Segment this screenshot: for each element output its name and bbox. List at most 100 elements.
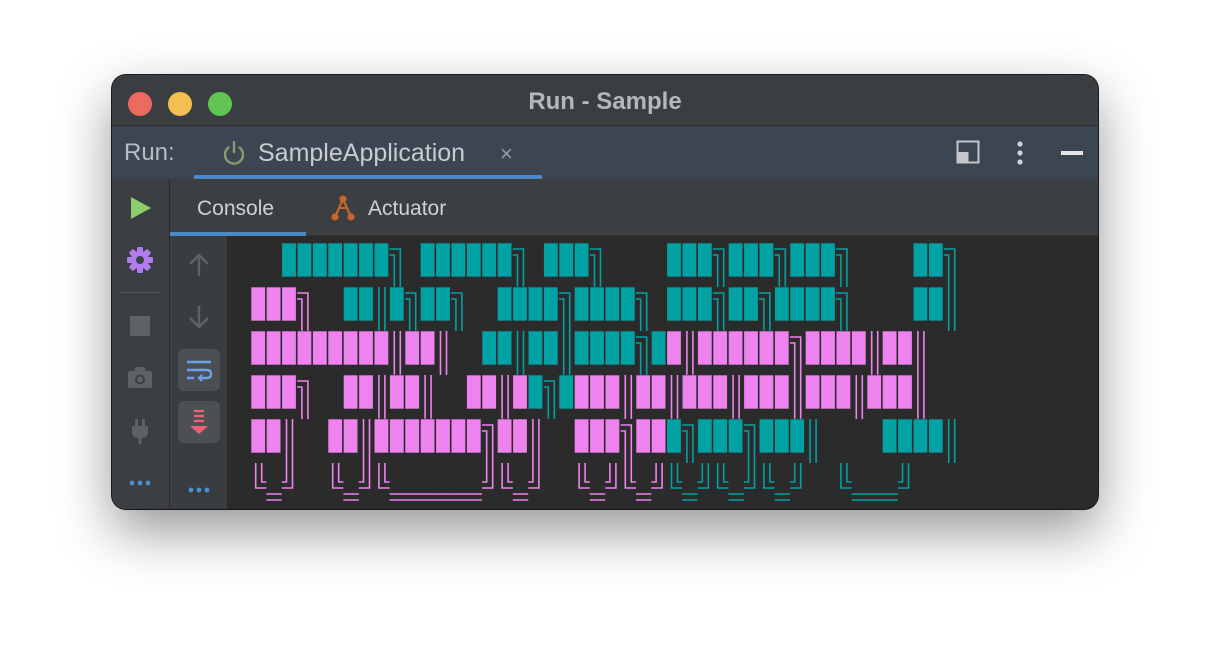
- banner-block: [250, 286, 266, 322]
- plug-icon[interactable]: [126, 417, 154, 445]
- banner-frame-line: [297, 380, 309, 419]
- banner-block: [697, 374, 713, 410]
- banner-block: [574, 286, 590, 322]
- banner-frame-line: [281, 463, 294, 489]
- rerun-icon[interactable]: [126, 194, 154, 222]
- banner-block: [820, 330, 836, 366]
- tab-actuator[interactable]: Actuator: [328, 179, 468, 236]
- layout-icon[interactable]: [956, 140, 980, 164]
- banner-block: [712, 418, 728, 454]
- banner-frame-line: [686, 331, 694, 375]
- banner-frame-line: [466, 493, 482, 501]
- stop-icon[interactable]: [126, 312, 154, 340]
- kebab-menu-icon[interactable]: [1010, 140, 1030, 166]
- banner-block: [589, 286, 605, 322]
- banner-block: [558, 374, 574, 410]
- banner-block: [343, 418, 359, 454]
- banner-block: [435, 286, 451, 322]
- more-icon[interactable]: [126, 475, 154, 491]
- toolbar-separator: [120, 292, 160, 293]
- banner-frame-line: [882, 493, 898, 501]
- settings-icon[interactable]: [126, 246, 154, 274]
- banner-block: [789, 418, 805, 454]
- banner-block: [620, 330, 636, 366]
- banner-block: [281, 374, 297, 410]
- banner-block: [928, 242, 944, 278]
- banner-frame-line: [947, 287, 956, 331]
- banner-block: [789, 242, 805, 278]
- close-tab-icon[interactable]: ×: [500, 141, 513, 167]
- banner-block: [697, 286, 713, 322]
- banner-block: [373, 242, 389, 278]
- banner-frame-line: [562, 331, 571, 375]
- banner-frame-line: [728, 493, 744, 501]
- banner-frame-line: [589, 248, 602, 287]
- down-arrow-icon[interactable]: [178, 296, 220, 338]
- banner-block: [758, 242, 774, 278]
- banner-block: [466, 374, 482, 410]
- banner-block: [681, 286, 697, 322]
- banner-block: [358, 330, 374, 366]
- banner-frame-line: [732, 375, 740, 419]
- banner-block: [343, 286, 359, 322]
- banner-frame-line: [451, 292, 463, 331]
- banner-block: [666, 330, 682, 366]
- banner-block: [712, 374, 728, 410]
- banner-frame-line: [358, 463, 371, 489]
- banner-block: [589, 330, 605, 366]
- banner-block: [620, 286, 636, 322]
- banner-frame-line: [851, 493, 867, 501]
- banner-frame-line: [917, 375, 925, 419]
- banner-frame-line: [867, 493, 883, 501]
- console-subtabs: Console Actuator: [170, 179, 1098, 236]
- banner-block: [743, 330, 759, 366]
- tab-console-label: Console: [197, 197, 275, 220]
- banner-frame-line: [439, 331, 448, 375]
- banner-block: [928, 418, 944, 454]
- console-toolbar: [170, 236, 227, 509]
- banner-block: [250, 418, 266, 454]
- banner-frame-line: [836, 248, 848, 287]
- banner-block: [820, 374, 836, 410]
- up-arrow-icon[interactable]: [178, 244, 220, 286]
- banner-block: [373, 418, 389, 454]
- run-configuration-tab[interactable]: SampleApplication ×: [194, 126, 542, 179]
- more-icon[interactable]: [178, 482, 220, 498]
- banner-block: [697, 330, 713, 366]
- banner-frame-line: [378, 463, 390, 489]
- banner-block: [466, 242, 482, 278]
- ascii-art-banner: [250, 242, 956, 501]
- banner-frame-line: [378, 287, 386, 331]
- banner-frame-line: [793, 375, 802, 419]
- banner-block: [497, 330, 513, 366]
- soft-wrap-icon[interactable]: [178, 349, 220, 391]
- scroll-to-end-icon[interactable]: [178, 401, 220, 443]
- camera-icon[interactable]: [126, 364, 154, 392]
- banner-block: [497, 286, 513, 322]
- title-bar: Run - Sample: [112, 75, 1098, 125]
- banner-block: [866, 374, 882, 410]
- banner-frame-line: [682, 424, 694, 463]
- banner-block: [358, 286, 374, 322]
- run-label: Run:: [124, 139, 175, 166]
- banner-block: [281, 330, 297, 366]
- banner-frame-line: [836, 292, 848, 331]
- minimize-icon[interactable]: [1060, 140, 1084, 166]
- banner-frame-line: [420, 493, 436, 501]
- banner-block: [574, 330, 590, 366]
- banner-block: [820, 286, 836, 322]
- banner-block: [497, 418, 513, 454]
- banner-frame-line: [774, 493, 790, 501]
- banner-block: [312, 242, 328, 278]
- banner-block: [651, 330, 667, 366]
- banner-block: [281, 286, 297, 322]
- console-output[interactable]: [227, 236, 1098, 509]
- banner-block: [404, 374, 420, 410]
- tab-console[interactable]: Console: [170, 179, 306, 236]
- banner-block: [604, 286, 620, 322]
- banner-frame-line: [790, 463, 802, 489]
- banner-block: [897, 330, 913, 366]
- banner-block: [820, 242, 836, 278]
- banner-frame-line: [285, 419, 294, 463]
- banner-frame-line: [670, 463, 683, 489]
